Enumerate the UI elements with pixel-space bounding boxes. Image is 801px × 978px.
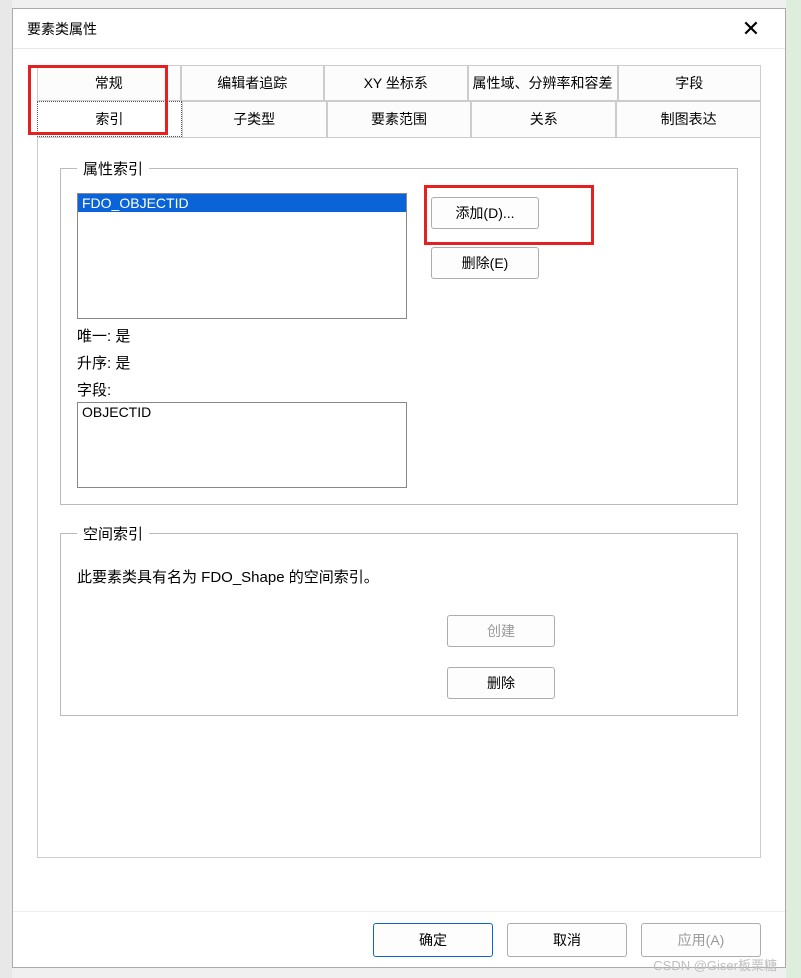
add-index-button[interactable]: 添加(D)... (431, 197, 539, 229)
tab-relationship[interactable]: 关系 (471, 101, 616, 137)
tab-extent[interactable]: 要素范围 (327, 101, 472, 137)
tab-representation[interactable]: 制图表达 (616, 101, 761, 137)
apply-button: 应用(A) (641, 923, 761, 957)
tab-general[interactable]: 常规 (37, 65, 181, 100)
dialog-title: 要素类属性 (27, 19, 97, 39)
titlebar: 要素类属性 ✕ (13, 9, 785, 49)
unique-row: 唯一: 是 (77, 325, 407, 346)
tab-xy-coord[interactable]: XY 坐标系 (324, 65, 468, 100)
attribute-index-legend: 属性索引 (77, 158, 149, 179)
tabstrip: 常规 编辑者追踪 XY 坐标系 属性域、分辨率和容差 字段 索引 子类型 要素范… (37, 65, 761, 858)
delete-index-button[interactable]: 删除(E) (431, 247, 539, 279)
ascending-label: 升序: (77, 355, 111, 372)
dialog-body: 常规 编辑者追踪 XY 坐标系 属性域、分辨率和容差 字段 索引 子类型 要素范… (13, 49, 785, 911)
spatial-index-legend: 空间索引 (77, 523, 149, 544)
tab-index[interactable]: 索引 (37, 101, 182, 137)
list-item[interactable]: FDO_OBJECTID (78, 194, 406, 212)
create-spatial-index-button: 创建 (447, 615, 555, 647)
close-icon: ✕ (742, 16, 760, 42)
ok-button[interactable]: 确定 (373, 923, 493, 957)
watermark: CSDN @Giser板栗糖 (653, 955, 777, 974)
fields-listbox[interactable]: OBJECTID (77, 402, 407, 488)
ascending-row: 升序: 是 (77, 352, 407, 373)
cancel-button[interactable]: 取消 (507, 923, 627, 957)
tab-editor-tracking[interactable]: 编辑者追踪 (181, 65, 325, 100)
dialog-window: 要素类属性 ✕ 常规 编辑者追踪 XY 坐标系 属性域、分辨率和容差 字段 索引… (12, 8, 786, 968)
close-button[interactable]: ✕ (731, 13, 771, 45)
fields-value: OBJECTID (82, 404, 402, 420)
tab-domain-tolerance[interactable]: 属性域、分辨率和容差 (468, 65, 618, 100)
spatial-index-group: 空间索引 此要素类具有名为 FDO_Shape 的空间索引。 创建 删除 (60, 523, 738, 716)
delete-spatial-index-button[interactable]: 删除 (447, 667, 555, 699)
attribute-index-listbox[interactable]: FDO_OBJECTID (77, 193, 407, 319)
bg-right (786, 0, 801, 978)
fields-label: 字段: (77, 379, 407, 400)
unique-value: 是 (115, 328, 130, 345)
ascending-value: 是 (115, 355, 130, 372)
attribute-index-group: 属性索引 FDO_OBJECTID 唯一: 是 升序: (60, 158, 738, 505)
tab-fields[interactable]: 字段 (618, 65, 762, 100)
unique-label: 唯一: (77, 328, 111, 345)
spatial-index-description: 此要素类具有名为 FDO_Shape 的空间索引。 (77, 566, 721, 587)
tab-subtype[interactable]: 子类型 (182, 101, 327, 137)
tab-row-1: 常规 编辑者追踪 XY 坐标系 属性域、分辨率和容差 字段 (37, 65, 761, 101)
tab-content-index: 属性索引 FDO_OBJECTID 唯一: 是 升序: (37, 138, 761, 858)
bg-left (0, 0, 12, 978)
tab-row-2: 索引 子类型 要素范围 关系 制图表达 (37, 101, 761, 138)
